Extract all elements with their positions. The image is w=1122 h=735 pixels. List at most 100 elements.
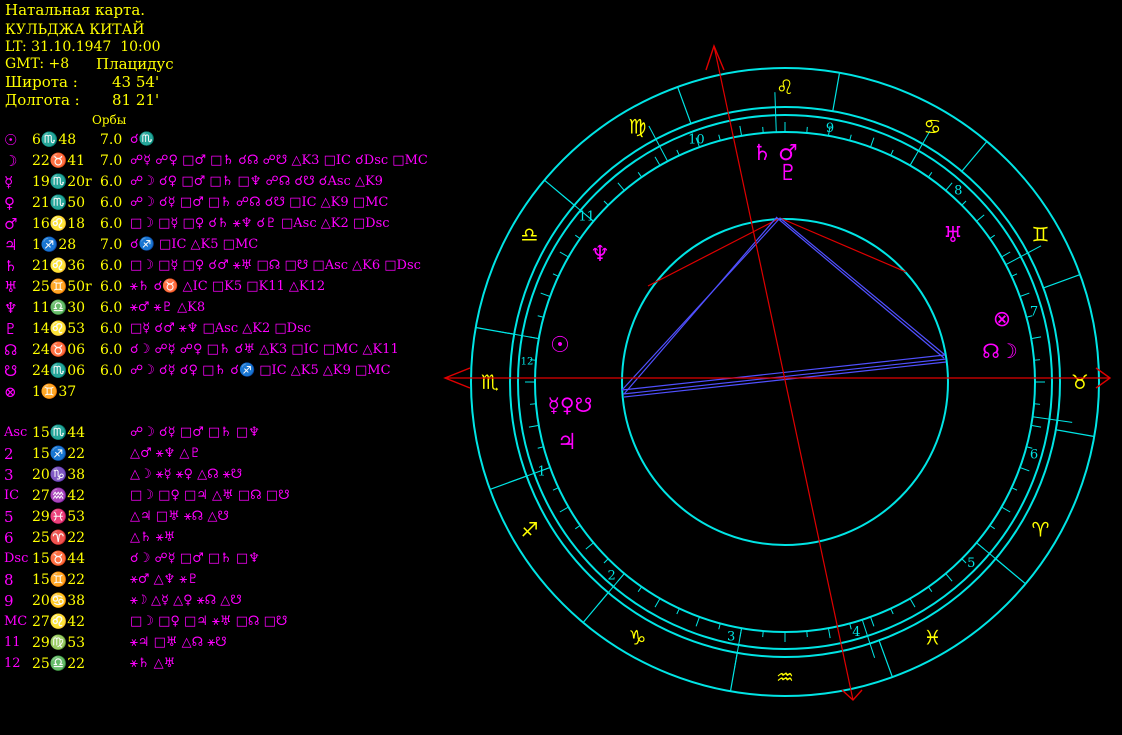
- house-glyph: IC: [4, 488, 20, 503]
- planet-orb: 6.0: [100, 216, 123, 232]
- planet-position: 19♏20r: [32, 174, 92, 190]
- planet-glyph: ♅: [943, 223, 963, 248]
- degree-tick: [1019, 467, 1030, 472]
- planet-position: 21♌36: [32, 258, 86, 274]
- planet-glyph: ♄: [752, 141, 772, 166]
- planet-orb: 6.0: [100, 363, 123, 379]
- house-row: Asc 15♏44 ☍☽ ☌☿ □♂ □♄ □♆: [4, 423, 474, 443]
- planet-position: 24♉06: [32, 342, 86, 358]
- degree-tick: [1019, 292, 1030, 297]
- house-position: 27♒42: [32, 488, 86, 504]
- longitude-label: Долгота :: [5, 91, 80, 109]
- planet-row: ⊗ 1♊37: [4, 382, 474, 402]
- house-row: 3 20♑38 △☽ ⚹☿ ⚹♀ △☊ ⚹☋: [4, 465, 474, 485]
- degree-tick: [676, 608, 680, 615]
- planet-glyph: ☋: [4, 362, 18, 380]
- planet-position: 16♌18: [32, 216, 86, 232]
- house-number: 6: [1030, 447, 1038, 462]
- degree-tick: [637, 172, 643, 178]
- degree-tick: [603, 200, 609, 206]
- house-number: 3: [727, 629, 735, 644]
- house-number: 7: [1030, 305, 1038, 320]
- planet-aspects: ☌♏: [130, 132, 155, 147]
- planet-glyph: ☿: [4, 173, 14, 191]
- planet-aspects: ⚹♄ ☌♉ △IC □K5 □K11 △K12: [130, 279, 326, 294]
- planet-glyph: ☉: [4, 131, 18, 149]
- degree-tick: [1011, 273, 1018, 277]
- house-row: MC 27♌42 □☽ □♀ □♃ ⚹♅ □☊ □☋: [4, 612, 474, 632]
- house-glyph: 3: [4, 466, 14, 484]
- planet-position: 11♎30: [32, 300, 86, 316]
- degree-tick: [654, 598, 661, 608]
- planet-aspects: ☌☽ ☍☿ ☍♀ □♄ ☌♅ △K3 □IC □MC △K11: [130, 342, 399, 357]
- degree-tick: [695, 616, 700, 627]
- degree-tick: [559, 251, 569, 258]
- house-position: 15♊22: [32, 572, 86, 588]
- degree-tick: [989, 524, 995, 530]
- planet-orb: 6.0: [100, 300, 123, 316]
- degree-tick: [976, 214, 985, 222]
- zodiac-sign-glyph: ♋: [924, 115, 942, 139]
- house-cusp: [1032, 416, 1073, 423]
- degree-tick: [849, 623, 852, 630]
- house-number: 9: [826, 121, 834, 136]
- degree-tick: [989, 234, 995, 240]
- degree-tick: [575, 234, 581, 240]
- planet-orb: 7.0: [100, 132, 123, 148]
- planet-aspects: □☽ □☿ □♀ ☌♄ ⚹♆ ☌♇ □Asc △K2 □Dsc: [130, 216, 390, 231]
- planet-aspects: □☿ ☌♂ ⚹♆ □Asc △K2 □Dsc: [130, 321, 312, 336]
- degree-tick: [961, 558, 967, 564]
- house-number: 5: [967, 556, 975, 571]
- place-name: КУЛЬДЖА КИТАЙ: [5, 22, 145, 38]
- planet-aspects: ☍☽ ☌☿ □♂ □♄ ☍☊ ☌☋ □IC △K9 □MC: [130, 195, 389, 210]
- planet-orb: 6.0: [100, 321, 123, 337]
- house-aspects: ⚹♄ △♅: [130, 656, 176, 671]
- chart-title: Натальная карта.: [5, 1, 146, 19]
- degree-tick: [552, 273, 559, 277]
- house-position: 15♐22: [32, 446, 86, 462]
- planet-position: 14♌53: [32, 321, 86, 337]
- planet-row: ♀ 21♏50 6.0 ☍☽ ☌☿ □♂ □♄ ☍☊ ☌☋ □IC △K9 □MC: [4, 193, 474, 213]
- sign-divider: [832, 72, 841, 112]
- longitude-value: 81 21': [112, 91, 160, 109]
- planet-glyph: ♂: [4, 215, 18, 233]
- house-glyph: 12: [4, 656, 21, 671]
- planet-position: 25♊50r: [32, 279, 92, 295]
- zodiac-sign-glyph: ♊: [1032, 223, 1050, 247]
- house-row: 6 25♈22 △♄ ⚹♅: [4, 528, 474, 548]
- house-glyph: Asc: [4, 425, 28, 440]
- degree-tick: [870, 616, 875, 627]
- planet-glyph: ☿♀☋: [548, 393, 593, 417]
- degree-tick: [1034, 403, 1041, 405]
- house-number: 2: [608, 568, 616, 583]
- degree-tick: [827, 628, 831, 639]
- degree-tick: [927, 586, 933, 592]
- zodiac-sign-glyph: ♑: [629, 625, 647, 649]
- house-row: 8 15♊22 ⚹♂ △♆ ⚹♇: [4, 570, 474, 590]
- planet-glyph: ♀: [4, 194, 15, 212]
- degree-tick: [603, 558, 609, 564]
- planet-row: ☿ 19♏20r 6.0 ☍☽ ☌♀ □♂ □♄ □♆ ☍☊ ☌☋ ☌Asc △K9: [4, 172, 474, 192]
- latitude-label: Широта :: [5, 73, 78, 91]
- degree-tick: [945, 182, 953, 191]
- aspect-line: [623, 217, 777, 395]
- planet-row: ♂ 16♌18 6.0 □☽ □☿ □♀ ☌♄ ⚹♆ ☌♇ □Asc △K2 □Dsc: [4, 214, 474, 234]
- house-number: 11: [578, 210, 595, 225]
- degree-tick: [909, 598, 916, 608]
- degree-tick: [806, 631, 808, 638]
- house-aspects: △♂ ⚹♆ △♇: [130, 446, 202, 461]
- house-glyph: 8: [4, 571, 14, 589]
- planet-row: ☽ 22♉41 7.0 ☍☿ ☍♀ □♂ □♄ ☌☊ ☍☋ △K3 □IC ☌Dsc …: [4, 151, 474, 171]
- house-number: 1: [537, 465, 545, 480]
- degree-tick: [1031, 424, 1042, 428]
- zodiac-sign-glyph: ♎: [521, 223, 539, 247]
- planet-glyph: ☊: [4, 341, 18, 359]
- planet-row: ♇ 14♌53 6.0 □☿ ☌♂ ⚹♆ □Asc △K2 □Dsc: [4, 319, 474, 339]
- planet-aspects: ☍☽ ☌♀ □♂ □♄ □♆ ☍☊ ☌☋ ☌Asc △K9: [130, 174, 383, 189]
- house-aspects: ⚹♂ △♆ ⚹♇: [130, 572, 199, 587]
- sign-divider: [961, 141, 988, 172]
- degree-tick: [927, 172, 933, 178]
- planet-glyph: ☊☽: [982, 339, 1018, 363]
- house-number: 12: [521, 356, 534, 367]
- planet-orb: 6.0: [100, 279, 123, 295]
